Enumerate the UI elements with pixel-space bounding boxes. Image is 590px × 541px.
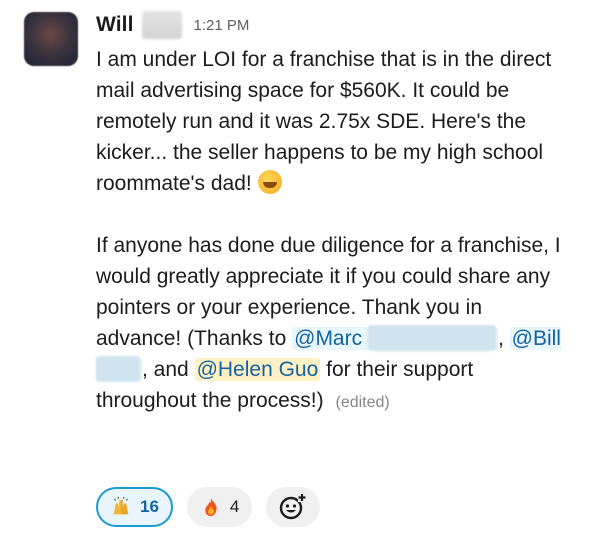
redacted-surname <box>141 11 182 39</box>
separator-text: , <box>497 327 504 350</box>
message-paragraph: I am under LOI for a franchise that is i… <box>96 44 566 199</box>
timestamp[interactable]: 1:21 PM <box>194 17 250 34</box>
reactions-bar: 16 4 <box>96 487 321 527</box>
message-header: Will 1:21 PM <box>96 10 566 40</box>
reaction-fire[interactable]: 4 <box>186 487 253 527</box>
separator-text: , and <box>142 358 189 381</box>
reaction-raising-hands[interactable]: 16 <box>96 487 173 527</box>
mention-helen-guo[interactable]: @Helen Guo <box>194 358 321 381</box>
reaction-count: 16 <box>140 497 159 516</box>
add-reaction-icon <box>280 493 307 520</box>
message-body: I am under LOI for a franchise that is i… <box>96 44 566 418</box>
raising-hands-icon <box>113 496 129 515</box>
reaction-count: 4 <box>229 497 240 516</box>
add-reaction-button[interactable] <box>266 487 321 527</box>
sender-name[interactable]: Will <box>96 13 134 37</box>
message-paragraph: If anyone has done due diligence for a f… <box>96 230 566 418</box>
message: Will 1:21 PM I am under LOI for a franch… <box>0 0 590 541</box>
edited-label: (edited) <box>335 394 390 411</box>
rolling-on-floor-laughing-emoji <box>257 170 282 194</box>
message-content: Will 1:21 PM I am under LOI for a franch… <box>96 10 566 418</box>
fire-icon <box>205 497 217 517</box>
avatar[interactable] <box>24 12 78 66</box>
paragraph-text: I am under LOI for a franchise that is i… <box>96 48 552 195</box>
mention-marc[interactable]: @Marc <box>292 325 498 351</box>
